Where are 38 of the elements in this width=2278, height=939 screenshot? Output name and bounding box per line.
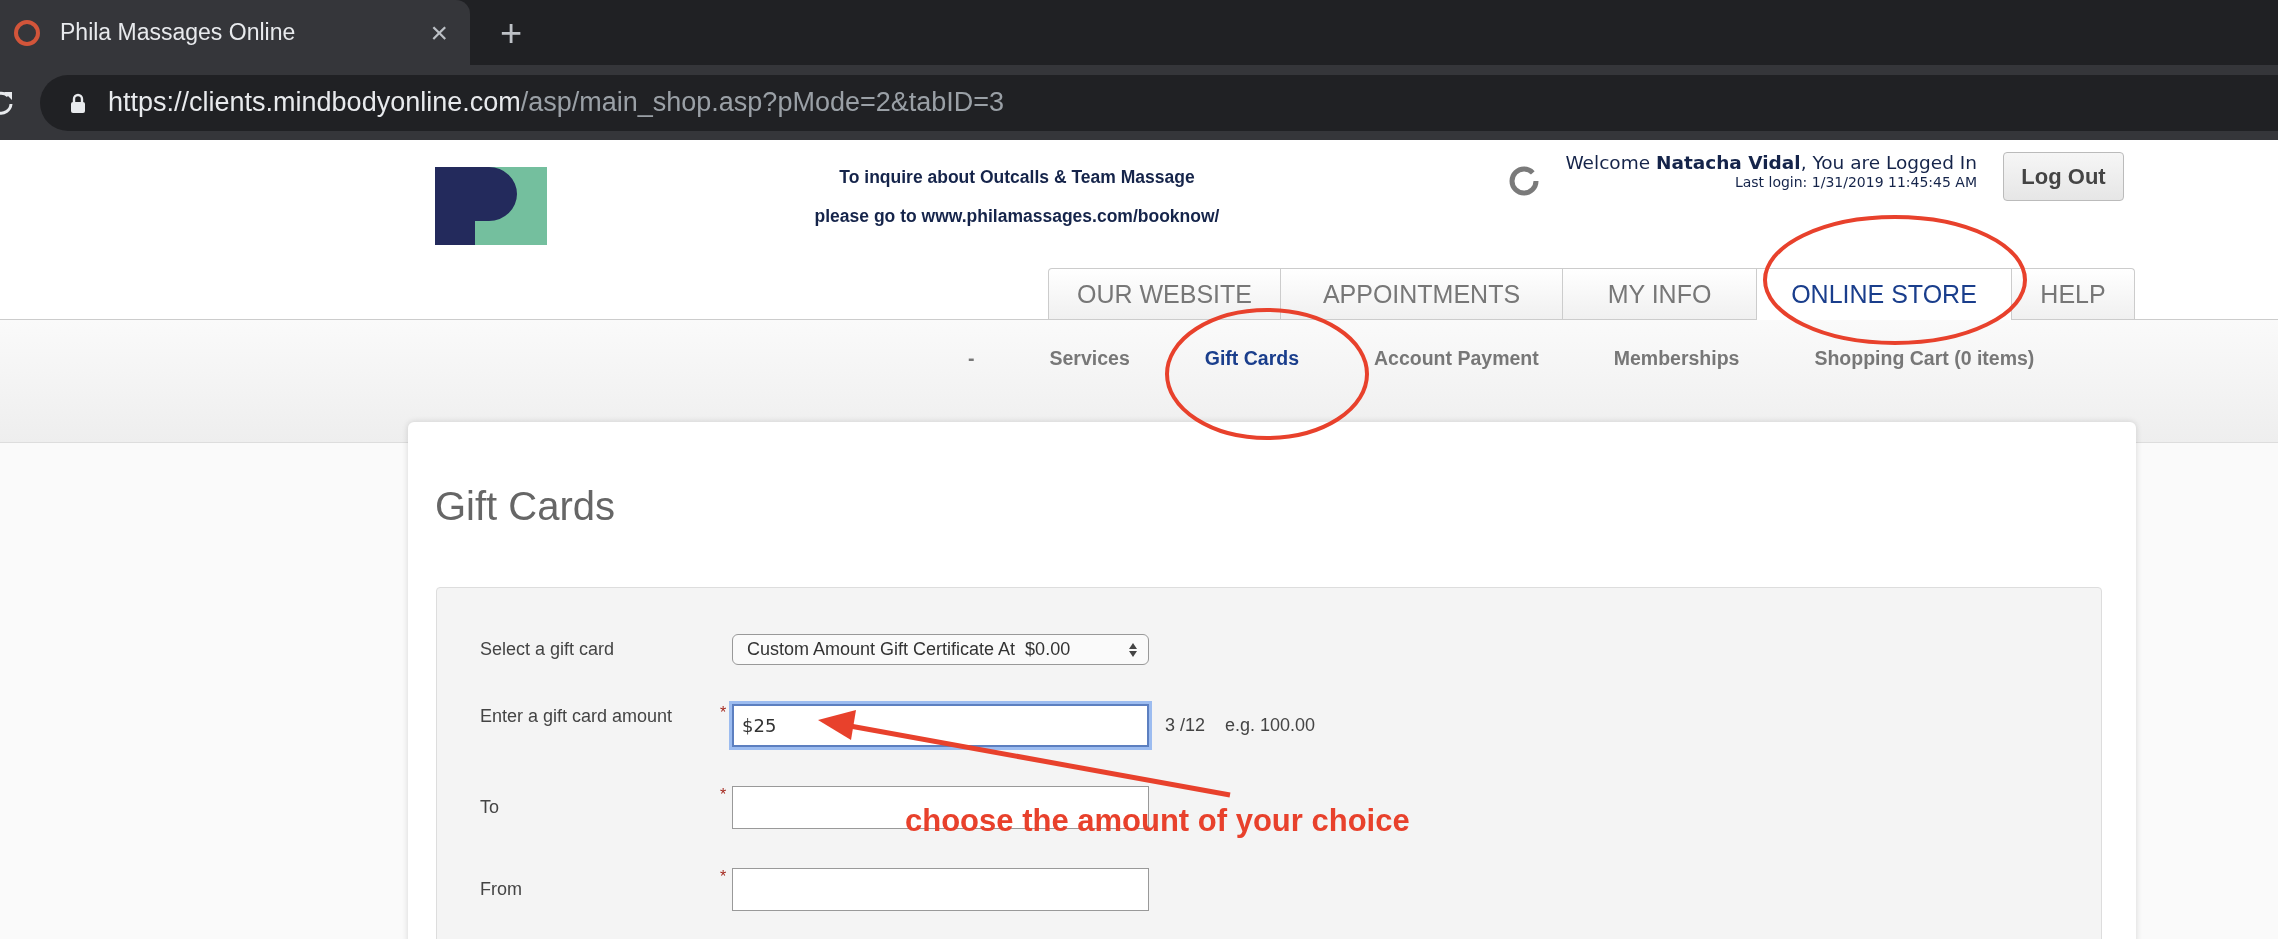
subnav-link[interactable]: - xyxy=(968,347,975,370)
close-icon[interactable]: × xyxy=(430,15,448,50)
required-mark: * xyxy=(720,704,728,722)
welcome-text: Welcome Natacha Vidal, You are Logged In xyxy=(1565,152,1977,173)
page-title: Gift Cards xyxy=(435,484,617,529)
nav-tab[interactable]: OUR WEBSITE xyxy=(1048,268,1281,319)
required-mark: * xyxy=(720,786,728,804)
browser-tab[interactable]: Phila Massages Online × xyxy=(0,0,470,65)
logo[interactable] xyxy=(435,167,547,245)
gift-card-select[interactable]: Custom Amount Gift Certificate At $0.00 xyxy=(732,634,1149,665)
log-out-button[interactable]: Log Out xyxy=(2003,152,2124,201)
char-counter: 3 /12 xyxy=(1165,715,1206,736)
notice-text: please go to www.philamassages.com/booknow/ xyxy=(813,205,1221,228)
nav-tab[interactable]: ONLINE STORE xyxy=(1757,268,2012,320)
favicon-icon xyxy=(12,17,42,48)
input-field[interactable]: $25 xyxy=(732,704,1149,747)
field-label: From xyxy=(480,879,523,900)
subnav-link[interactable]: Services xyxy=(1049,347,1130,370)
hint-text: e.g. 100.00 xyxy=(1225,715,1316,736)
notice-text: To inquire about Outcalls & Team Massage xyxy=(838,166,1196,189)
nav-tab[interactable]: MY INFO xyxy=(1563,268,1757,319)
lock-icon xyxy=(70,92,86,113)
required-mark: * xyxy=(720,868,728,886)
last-login-text: Last login: 1/31/2019 11:45:45 AM xyxy=(1733,174,1977,190)
updown-icon xyxy=(1128,641,1138,658)
field-label: To xyxy=(480,797,500,818)
subnav-link[interactable]: Account Payment xyxy=(1374,347,1539,370)
field-label: Enter a gift card amount xyxy=(480,706,674,727)
tab-title: Phila Massages Online xyxy=(60,19,297,46)
annotation-text: choose the amount of your choice xyxy=(905,803,1410,839)
subnav-link[interactable]: Memberships xyxy=(1613,347,1740,370)
input-field[interactable] xyxy=(732,868,1149,911)
nav-tab[interactable]: APPOINTMENTS xyxy=(1281,268,1563,319)
subnav-link[interactable]: Gift Cards xyxy=(1204,347,1299,370)
new-tab-button[interactable]: + xyxy=(500,13,523,52)
subnav-link[interactable]: Shopping Cart (0 items) xyxy=(1814,347,2035,370)
field-label: Select a gift card xyxy=(480,639,616,660)
nav-tab[interactable]: HELP xyxy=(2012,268,2135,319)
